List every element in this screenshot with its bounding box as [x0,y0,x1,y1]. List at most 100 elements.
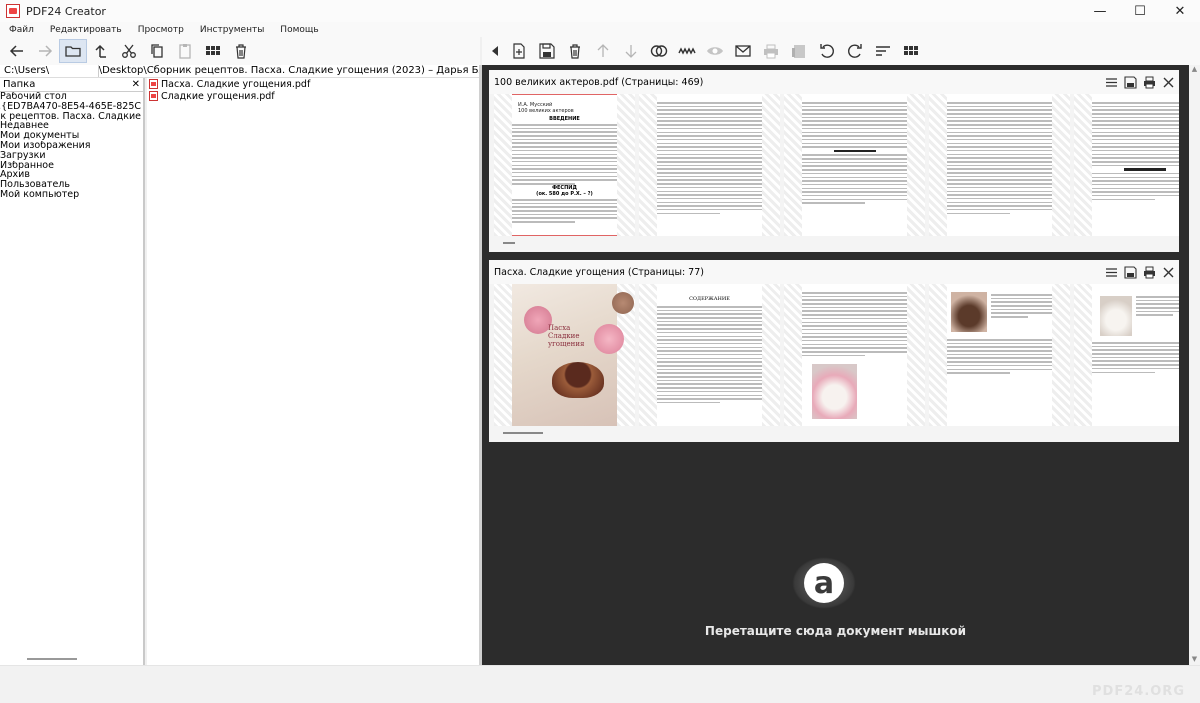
path-user-segment[interactable]: C:\Users\ [0,65,99,77]
folder-item-label: Мой компьютер [0,189,80,200]
copy-button[interactable] [143,39,171,63]
folder-button[interactable] [59,39,87,63]
path-folder-segment[interactable]: \Desktop\Сборник рецептов. Пасха. Сладки… [99,65,480,77]
save-button[interactable] [533,39,561,63]
file-item[interactable]: Сладкие угощения.pdf [147,90,479,102]
rotate-left-icon [820,44,834,58]
forward-button[interactable] [31,39,59,63]
page-thumbnail[interactable] [639,94,780,236]
page-heading: ВВЕДЕНИЕ [549,116,580,122]
document-card[interactable]: Пасха. Сладкие угощения (Страницы: 77) П… [489,260,1179,442]
page-thumbnails: И.А. Мусский 100 великих актеров ВВЕДЕНИ… [489,94,1179,236]
horizontal-scrollbar[interactable] [27,658,77,660]
compress-button[interactable] [673,39,701,63]
delete-icon [570,44,580,59]
menu-file[interactable]: Файл [9,25,34,35]
page-thumbnail[interactable]: И.А. Мусский 100 великих актеров ВВЕДЕНИ… [494,94,635,236]
merge-icon [650,45,668,57]
new-document-button[interactable] [505,39,533,63]
menu-tools[interactable]: Инструменты [200,25,264,35]
folder-item[interactable]: Мой компьютер [0,190,143,200]
folder-item[interactable]: Пользователь [0,180,143,190]
document-workspace: 100 великих актеров.pdf (Страницы: 469) … [482,65,1189,665]
back-button[interactable] [3,39,31,63]
folder-item[interactable]: ::{GodMode.{ED7BA470-8E54-465E-825C [0,102,143,112]
path-bar[interactable]: C:\Users\ \Desktop\Сборник рецептов. Пас… [0,65,480,78]
folder-item[interactable]: Загрузки [0,151,143,161]
print-button[interactable] [757,39,785,63]
paste-button[interactable] [171,39,199,63]
folder-item[interactable]: Мои документы [0,131,143,141]
menu-help[interactable]: Помощь [280,25,318,35]
folder-item[interactable]: Недавнее [0,121,143,131]
menu-view[interactable]: Просмотр [138,25,184,35]
page-thumbnail-cover[interactable]: Пасха Сладкие угощения [494,284,635,426]
folder-item[interactable]: Архив [0,170,143,180]
folder-item-label: Архив [0,170,30,181]
page-thumbnail[interactable] [1074,284,1179,426]
close-icon[interactable]: ✕ [132,79,140,90]
cover-subtitle: Сладкие угощения [548,332,585,348]
cut-icon [122,44,136,58]
email-button[interactable] [729,39,757,63]
maximize-button[interactable]: ☐ [1120,0,1160,22]
page-thumbnail[interactable] [784,284,925,426]
folder-item[interactable]: Сборник рецептов. Пасха. Сладкие [0,112,143,122]
menu-icon[interactable] [1105,266,1118,279]
close-button[interactable]: ✕ [1160,0,1200,22]
up-folder-button[interactable] [87,39,115,63]
move-down-icon [625,45,637,58]
rotate-right-button[interactable] [841,39,869,63]
file-item[interactable]: Пасха. Сладкие угощения.pdf [147,78,479,90]
drop-zone[interactable]: a Перетащите сюда документ мышкой [482,545,1189,655]
page-date: (ок. 580 до Р.Х. – ?) [536,191,593,197]
sort-icon [876,46,890,56]
close-icon[interactable] [1162,266,1175,279]
folder-item[interactable]: Мои изображения [0,141,143,151]
document-header: 100 великих актеров.pdf (Страницы: 469) [489,70,1179,94]
pdf24-logo-icon: a [792,557,856,609]
folder-item-label: Сборник рецептов. Пасха. Сладкие [0,111,141,122]
rotate-right-icon [848,44,862,58]
menu-icon[interactable] [1105,76,1118,89]
page-thumbnail[interactable]: СОДЕРЖАНИЕ [639,284,780,426]
document-scrollbar[interactable] [489,426,1179,442]
close-icon[interactable] [1162,76,1175,89]
page-thumbnail[interactable] [929,94,1070,236]
preview-icon [707,47,723,55]
merge-button[interactable] [645,39,673,63]
delete-button[interactable] [561,39,589,63]
document-card[interactable]: 100 великих актеров.pdf (Страницы: 469) … [489,70,1179,252]
save-icon[interactable] [1124,265,1137,279]
save-icon[interactable] [1124,75,1137,89]
move-down-button[interactable] [617,39,645,63]
cut-button[interactable] [115,39,143,63]
sort-button[interactable] [869,39,897,63]
delete-file-button[interactable] [227,39,255,63]
apps-button[interactable] [897,39,925,63]
print-icon[interactable] [1143,266,1156,279]
up-folder-icon [95,44,106,58]
page-thumbnails: Пасха Сладкие угощения СОДЕРЖАНИЕ [489,284,1179,426]
minimize-button[interactable]: — [1080,0,1120,22]
paste-icon [179,44,191,59]
vertical-scrollbar[interactable]: ▲ ▼ [1189,65,1200,665]
document-scrollbar[interactable] [489,236,1179,252]
collapse-left-button[interactable] [485,39,505,63]
grid-view-button[interactable] [199,39,227,63]
page-thumbnail[interactable] [1074,94,1179,236]
scroll-up-icon[interactable]: ▲ [1189,65,1200,75]
back-icon [9,45,23,57]
page-thumbnail[interactable] [929,284,1070,426]
cake-photo [951,292,987,332]
print-icon[interactable] [1143,76,1156,89]
folder-item[interactable]: Избранное [0,161,143,171]
fax-button[interactable] [785,39,813,63]
rotate-left-button[interactable] [813,39,841,63]
menu-edit[interactable]: Редактировать [50,25,122,35]
page-thumbnail[interactable] [784,94,925,236]
move-up-button[interactable] [589,39,617,63]
preview-button[interactable] [701,39,729,63]
scroll-down-icon[interactable]: ▼ [1189,655,1200,665]
folder-item[interactable]: Рабочий стол [0,92,143,102]
